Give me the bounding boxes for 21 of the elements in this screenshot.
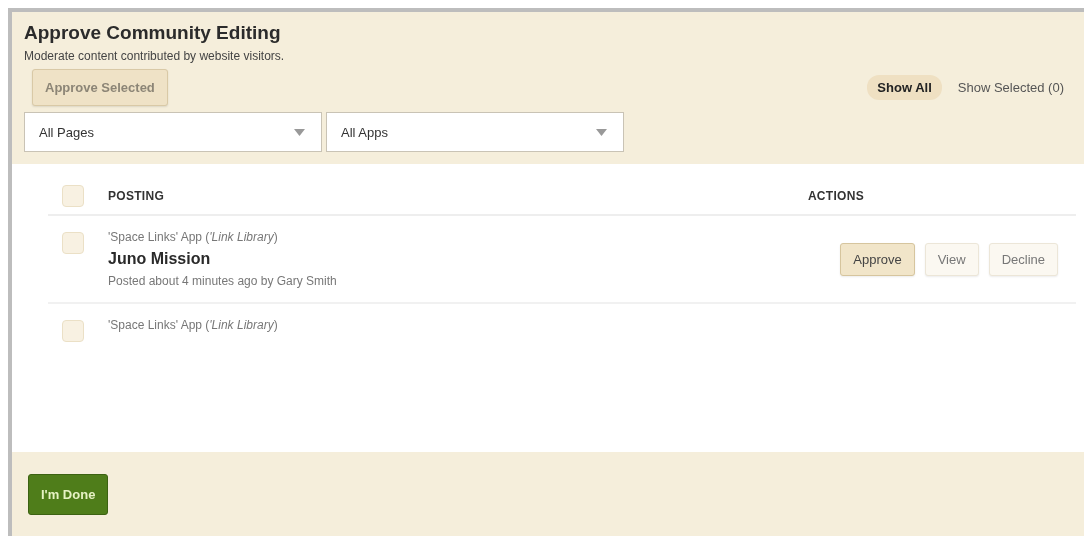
view-tab[interactable]: Show All [867,75,942,100]
caret-icon [294,128,305,136]
select-all-checkbox[interactable] [62,185,84,207]
filter-dropdown[interactable]: All Apps [326,112,624,152]
view-tab[interactable]: Show Selected (0) [947,75,1074,100]
page-title: Approve Community Editing [24,22,282,44]
row-checkbox[interactable] [62,232,84,254]
column-header: ACTIONS [807,189,864,203]
source-label: 'Space Links' App ('Link Library) [108,230,279,244]
row-checkbox[interactable] [62,320,84,342]
source-label: 'Space Links' App ('Link Library) [108,318,278,332]
posting-meta: Posted about 4 minutes ago by Gary Smith [108,274,337,288]
caret-icon [596,128,607,136]
plain-action-button[interactable]: View [924,242,979,276]
page-subtitle: Moderate content contributed by website visitors. [24,49,286,63]
filter-dropdown[interactable]: All Pages [24,112,322,152]
plain-action-button[interactable]: Decline [988,242,1058,276]
posting-title: Juno Mission [108,250,212,268]
done-button[interactable]: I'm Done [28,473,109,515]
column-header: POSTING [108,189,165,203]
primary-action-button[interactable]: Approve [840,242,915,276]
